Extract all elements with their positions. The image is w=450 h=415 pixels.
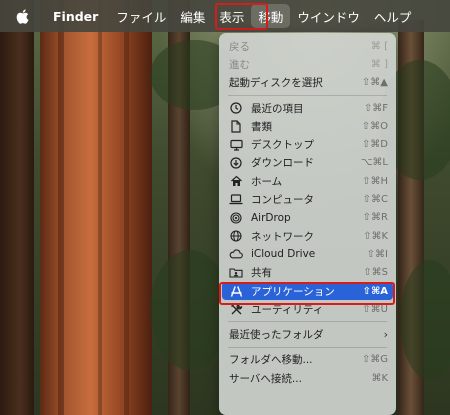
menu-item-label: 戻る — [229, 40, 250, 53]
bark-stripe — [98, 0, 102, 415]
menu-item-startup-disk[interactable]: 起動ディスクを選択 ⇧⌘▲ — [219, 74, 396, 92]
menu-item-label: iCloud Drive — [251, 248, 316, 261]
menu-item-label: 起動ディスクを選択 — [229, 77, 323, 90]
shortcut-label: ⇧⌘H — [362, 175, 388, 187]
menu-window[interactable]: ウインドウ — [290, 0, 367, 32]
shortcut-label: ⇧⌘F — [363, 102, 388, 114]
home-icon — [229, 174, 243, 188]
shared-folder-icon — [229, 266, 243, 280]
menu-item-home[interactable]: ホーム ⇧⌘H — [219, 172, 396, 190]
menu-item-label: ネットワーク — [251, 230, 314, 243]
laptop-icon — [229, 193, 243, 207]
shortcut-label: ⇧⌘I — [366, 248, 388, 260]
tree-trunk — [0, 0, 34, 415]
menu-item-label: 書類 — [251, 120, 272, 133]
shortcut-label: ⌘ [ — [370, 40, 388, 52]
bark-stripe — [58, 0, 64, 415]
shortcut-label: ⇧⌘U — [362, 303, 388, 315]
applications-highlight-box — [219, 282, 395, 305]
menu-item-label: ダウンロード — [251, 157, 314, 170]
shortcut-label: ⇧⌘G — [361, 354, 388, 366]
menu-finder[interactable]: Finder — [46, 0, 105, 32]
menu-item-connect-to-server[interactable]: サーバへ接続... ⌘K — [219, 369, 396, 387]
shortcut-label: ⇧⌘▲ — [361, 77, 388, 89]
cloud-icon — [229, 247, 243, 261]
sequoia-trunk — [40, 0, 152, 415]
shortcut-label: ⇧⌘S — [363, 267, 388, 279]
menu-separator — [228, 321, 387, 323]
menu-help[interactable]: ヘルプ — [367, 0, 419, 32]
menu-item-label: フォルダへ移動... — [229, 354, 313, 367]
menu-item-computer[interactable]: コンピュータ ⇧⌘C — [219, 190, 396, 208]
menu-item-label: 進む — [229, 58, 250, 71]
document-icon — [229, 119, 243, 133]
shortcut-label: ⌘K — [371, 372, 388, 384]
menu-item-downloads[interactable]: ダウンロード ⌥⌘L — [219, 154, 396, 172]
menu-item-back[interactable]: 戻る ⌘ [ — [219, 37, 396, 55]
menu-item-documents[interactable]: 書類 ⇧⌘O — [219, 117, 396, 135]
shortcut-label: ⇧⌘O — [361, 120, 388, 132]
menu-item-recents[interactable]: 最近の項目 ⇧⌘F — [219, 99, 396, 117]
menu-item-go-to-folder[interactable]: フォルダへ移動... ⇧⌘G — [219, 351, 396, 369]
menu-item-forward[interactable]: 進む ⌘ ] — [219, 55, 396, 73]
menu-go-highlight-box — [215, 3, 268, 30]
shortcut-label: ⇧⌘R — [362, 212, 388, 224]
apple-logo-icon[interactable] — [14, 8, 30, 24]
airdrop-icon — [229, 211, 243, 225]
go-menu-dropdown: 戻る ⌘ [ 進む ⌘ ] 起動ディスクを選択 ⇧⌘▲ 最近の項目 ⇧⌘F 書類… — [219, 33, 396, 415]
shortcut-label: ⌘ ] — [370, 58, 388, 70]
menu-item-label: サーバへ接続... — [229, 372, 302, 385]
bark-stripe — [124, 0, 129, 415]
menu-item-label: 最近の項目 — [251, 102, 304, 115]
menu-item-label: ホーム — [251, 175, 283, 188]
globe-icon — [229, 229, 243, 243]
foliage — [150, 250, 230, 370]
shortcut-label: ⌥⌘L — [360, 157, 388, 169]
menu-item-label: AirDrop — [251, 211, 291, 224]
download-icon — [229, 156, 243, 170]
shortcut-label: ⇧⌘D — [361, 139, 388, 151]
menu-item-airdrop[interactable]: AirDrop ⇧⌘R — [219, 209, 396, 227]
desktop-icon — [229, 138, 243, 152]
menu-item-label: 最近使ったフォルダ — [229, 329, 324, 342]
menu-item-recent-folders[interactable]: 最近使ったフォルダ › — [219, 325, 396, 343]
menu-edit[interactable]: 編集 — [173, 0, 212, 32]
menu-item-label: デスクトップ — [251, 139, 314, 152]
menu-item-label: 共有 — [251, 267, 272, 280]
menu-item-network[interactable]: ネットワーク ⇧⌘K — [219, 227, 396, 245]
menu-item-shared[interactable]: 共有 ⇧⌘S — [219, 264, 396, 282]
menu-file[interactable]: ファイル — [109, 0, 173, 32]
shortcut-label: ⇧⌘C — [362, 194, 388, 206]
menu-item-icloud-drive[interactable]: iCloud Drive ⇧⌘I — [219, 245, 396, 263]
menu-separator — [228, 94, 387, 96]
menu-separator — [228, 346, 387, 348]
menu-item-desktop[interactable]: デスクトップ ⇧⌘D — [219, 135, 396, 153]
menu-item-label: コンピュータ — [251, 194, 314, 207]
shortcut-label: ⇧⌘K — [363, 230, 388, 242]
chevron-right-icon: › — [383, 328, 388, 342]
clock-icon — [229, 101, 243, 115]
